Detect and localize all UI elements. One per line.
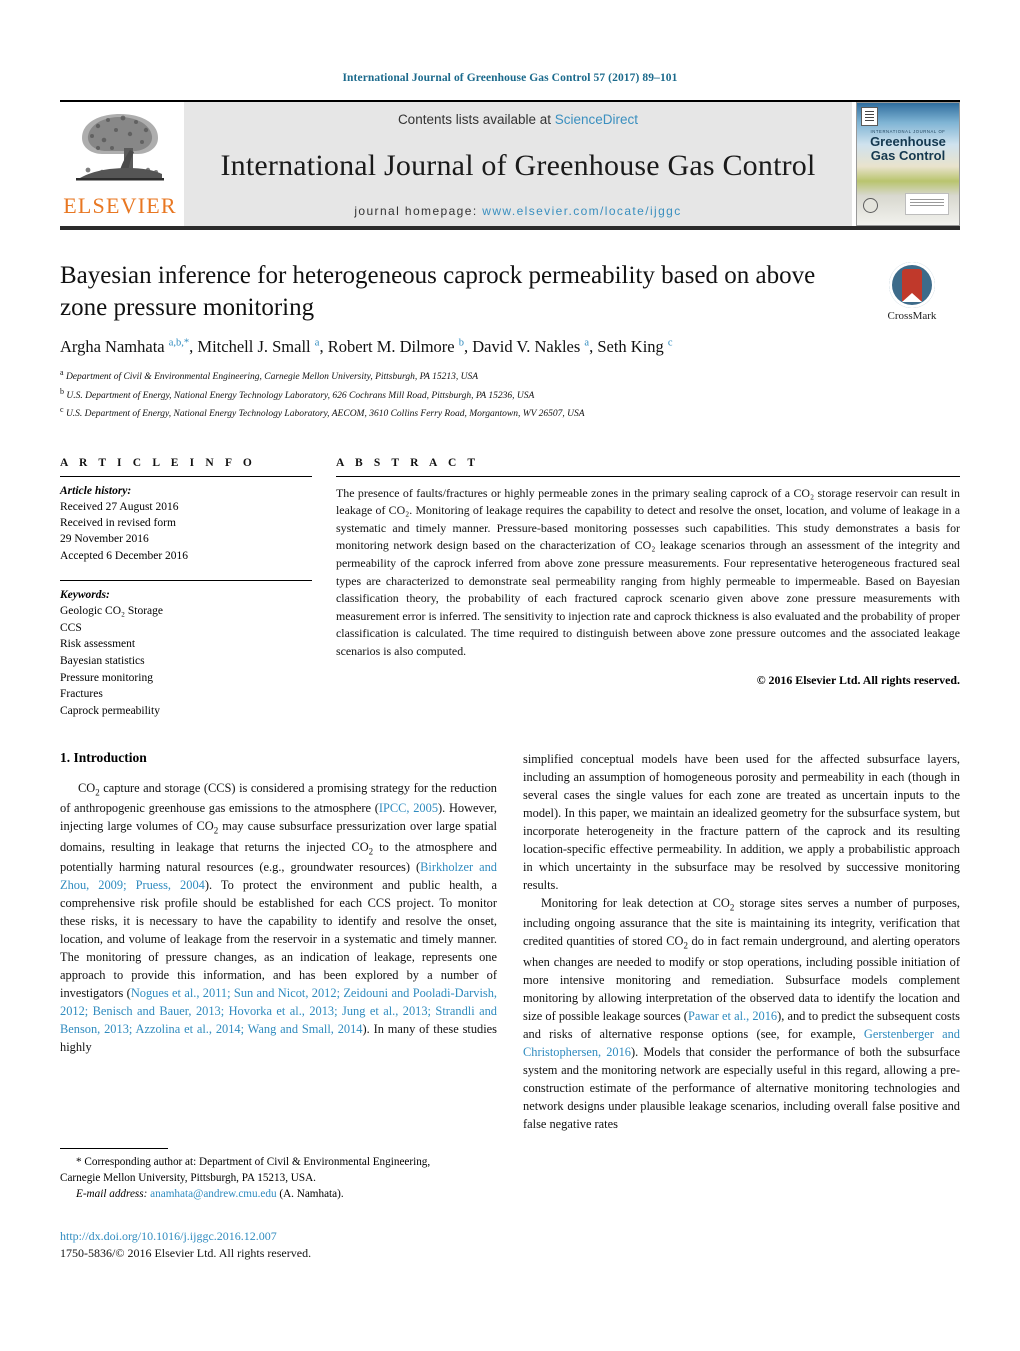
running-head: International Journal of Greenhouse Gas … xyxy=(342,72,678,84)
article-history-item: 29 November 2016 xyxy=(60,533,149,546)
corresponding-author-text: * Corresponding author at: Department of… xyxy=(60,1156,431,1184)
sciencedirect-link[interactable]: ScienceDirect xyxy=(555,112,638,127)
abstract-heading: A B S T R A C T xyxy=(336,456,480,469)
cover-publisher-logo-icon xyxy=(905,193,949,215)
keyword-item: CCS xyxy=(60,621,82,634)
masthead-center-panel: Contents lists available at ScienceDirec… xyxy=(184,102,852,226)
author-list: Argha Namhata a,b,*, Mitchell J. Small a… xyxy=(60,337,673,356)
journal-title: International Journal of Greenhouse Gas … xyxy=(220,149,816,182)
cover-title: Greenhouse Gas Control xyxy=(857,135,959,163)
keywords-rule xyxy=(60,579,312,581)
body-paragraph: simplified conceptual models have been u… xyxy=(523,751,960,892)
abstract-text: The presence of faults/fractures or high… xyxy=(336,485,960,659)
article-history-item: Received in revised form xyxy=(60,516,176,529)
journal-homepage-line: journal homepage: www.elsevier.com/locat… xyxy=(354,204,681,218)
article-info-rule xyxy=(60,475,312,477)
article-info-column: A R T I C L E I N F O Article history: R… xyxy=(60,457,312,720)
email-line-inner: E-mail address: anamhata@andrew.cmu.edu … xyxy=(60,1187,497,1203)
affiliation-text: U.S. Department of Energy, National Ener… xyxy=(65,409,585,420)
cover-title-line2: Gas Control xyxy=(870,147,946,163)
elsevier-wordmark: ELSEVIER xyxy=(63,193,177,218)
affiliation-item: c U.S. Department of Energy, National En… xyxy=(60,404,960,423)
homepage-prefix: journal homepage: xyxy=(354,204,478,218)
article-history-item: Accepted 6 December 2016 xyxy=(60,549,189,562)
keyword-item: Pressure monitoring xyxy=(60,671,153,684)
crossmark-label: CrossMark xyxy=(887,310,937,322)
affiliation-list: a Department of Civil & Environmental En… xyxy=(60,367,960,423)
corresponding-author-footnote: * Corresponding author at: Department of… xyxy=(60,1148,497,1203)
abstract-copyright: © 2016 Elsevier Ltd. All rights reserved… xyxy=(756,672,960,687)
crossmark-badge-group[interactable]: CrossMark xyxy=(864,260,960,322)
page-title: Bayesian inference for heterogeneous cap… xyxy=(60,262,816,321)
section-heading-introduction: 1. Introduction xyxy=(60,749,147,765)
issn-copyright-line: 1750-5836/© 2016 Elsevier Ltd. All right… xyxy=(60,1245,312,1260)
article-info-heading: A R T I C L E I N F O xyxy=(60,456,256,469)
elsevier-tree-icon xyxy=(76,114,164,181)
journal-homepage-link[interactable]: www.elsevier.com/locate/ijggc xyxy=(482,204,681,218)
body-column-right: simplified conceptual models have been u… xyxy=(523,750,960,1134)
affiliation-mark: b xyxy=(60,386,64,396)
footnote-rule xyxy=(60,1148,168,1149)
email-line: E-mail address: anamhata@andrew.cmu.edu … xyxy=(60,1187,497,1203)
body-paragraph: Monitoring for leak detection at CO2 sto… xyxy=(523,895,961,1132)
keyword-item: Bayesian statistics xyxy=(60,654,145,667)
info-abstract-row: A R T I C L E I N F O Article history: R… xyxy=(60,457,960,720)
body-columns: 1. Introduction CO2 capture and storage … xyxy=(60,750,960,1134)
keyword-item: Risk assessment xyxy=(60,638,136,651)
title-block: Bayesian inference for heterogeneous cap… xyxy=(60,260,960,323)
email-label: E-mail address: xyxy=(76,1187,148,1200)
affiliation-item: a Department of Civil & Environmental En… xyxy=(60,367,960,386)
cover-seal-icon xyxy=(863,198,878,213)
crossmark-icon xyxy=(889,262,935,308)
cover-title-line1: Greenhouse xyxy=(870,134,946,149)
footer-doi-block: http://dx.doi.org/10.1016/j.ijggc.2016.1… xyxy=(60,1228,497,1262)
journal-cover-thumbnail[interactable]: INTERNATIONAL JOURNAL OF Greenhouse Gas … xyxy=(856,102,960,226)
affiliation-mark: c xyxy=(60,405,64,415)
keywords-label: Keywords: xyxy=(60,588,110,601)
keyword-item: Fractures xyxy=(60,688,103,701)
abstract-column: A B S T R A C T The presence of faults/f… xyxy=(336,457,960,720)
contents-available-line: Contents lists available at ScienceDirec… xyxy=(398,112,638,127)
paper-page: International Journal of Greenhouse Gas … xyxy=(0,0,1020,1351)
affiliation-mark: a xyxy=(60,368,64,377)
affiliation-text: U.S. Department of Energy, National Ener… xyxy=(66,390,535,401)
email-suffix: (A. Namhata). xyxy=(279,1187,344,1200)
masthead-divider xyxy=(60,226,960,230)
email-link[interactable]: anamhata@andrew.cmu.edu xyxy=(150,1188,276,1200)
keyword-item: Geologic CO₂ Storage xyxy=(60,604,164,617)
contents-prefix: Contents lists available at xyxy=(397,112,555,127)
article-history-item: Received 27 August 2016 xyxy=(60,500,179,513)
article-history-label: Article history: xyxy=(60,484,132,497)
body-column-left: 1. Introduction CO2 capture and storage … xyxy=(60,750,497,1134)
abstract-rule xyxy=(336,475,960,477)
body-paragraph: CO2 capture and storage (CCS) is conside… xyxy=(60,780,498,1055)
doi-link[interactable]: http://dx.doi.org/10.1016/j.ijggc.2016.1… xyxy=(60,1228,497,1245)
elsevier-logo: ELSEVIER xyxy=(60,102,180,226)
cover-elsevier-mark-icon xyxy=(861,107,878,126)
journal-masthead: ELSEVIER Contents lists available at Sci… xyxy=(60,100,960,226)
crossmark-inner-shape xyxy=(902,269,922,302)
keyword-item: Caprock permeability xyxy=(60,704,160,717)
affiliation-text: Department of Civil & Environmental Engi… xyxy=(65,372,479,383)
title-text-wrap: Bayesian inference for heterogeneous cap… xyxy=(60,260,864,323)
affiliation-item: b U.S. Department of Energy, National En… xyxy=(60,386,960,405)
